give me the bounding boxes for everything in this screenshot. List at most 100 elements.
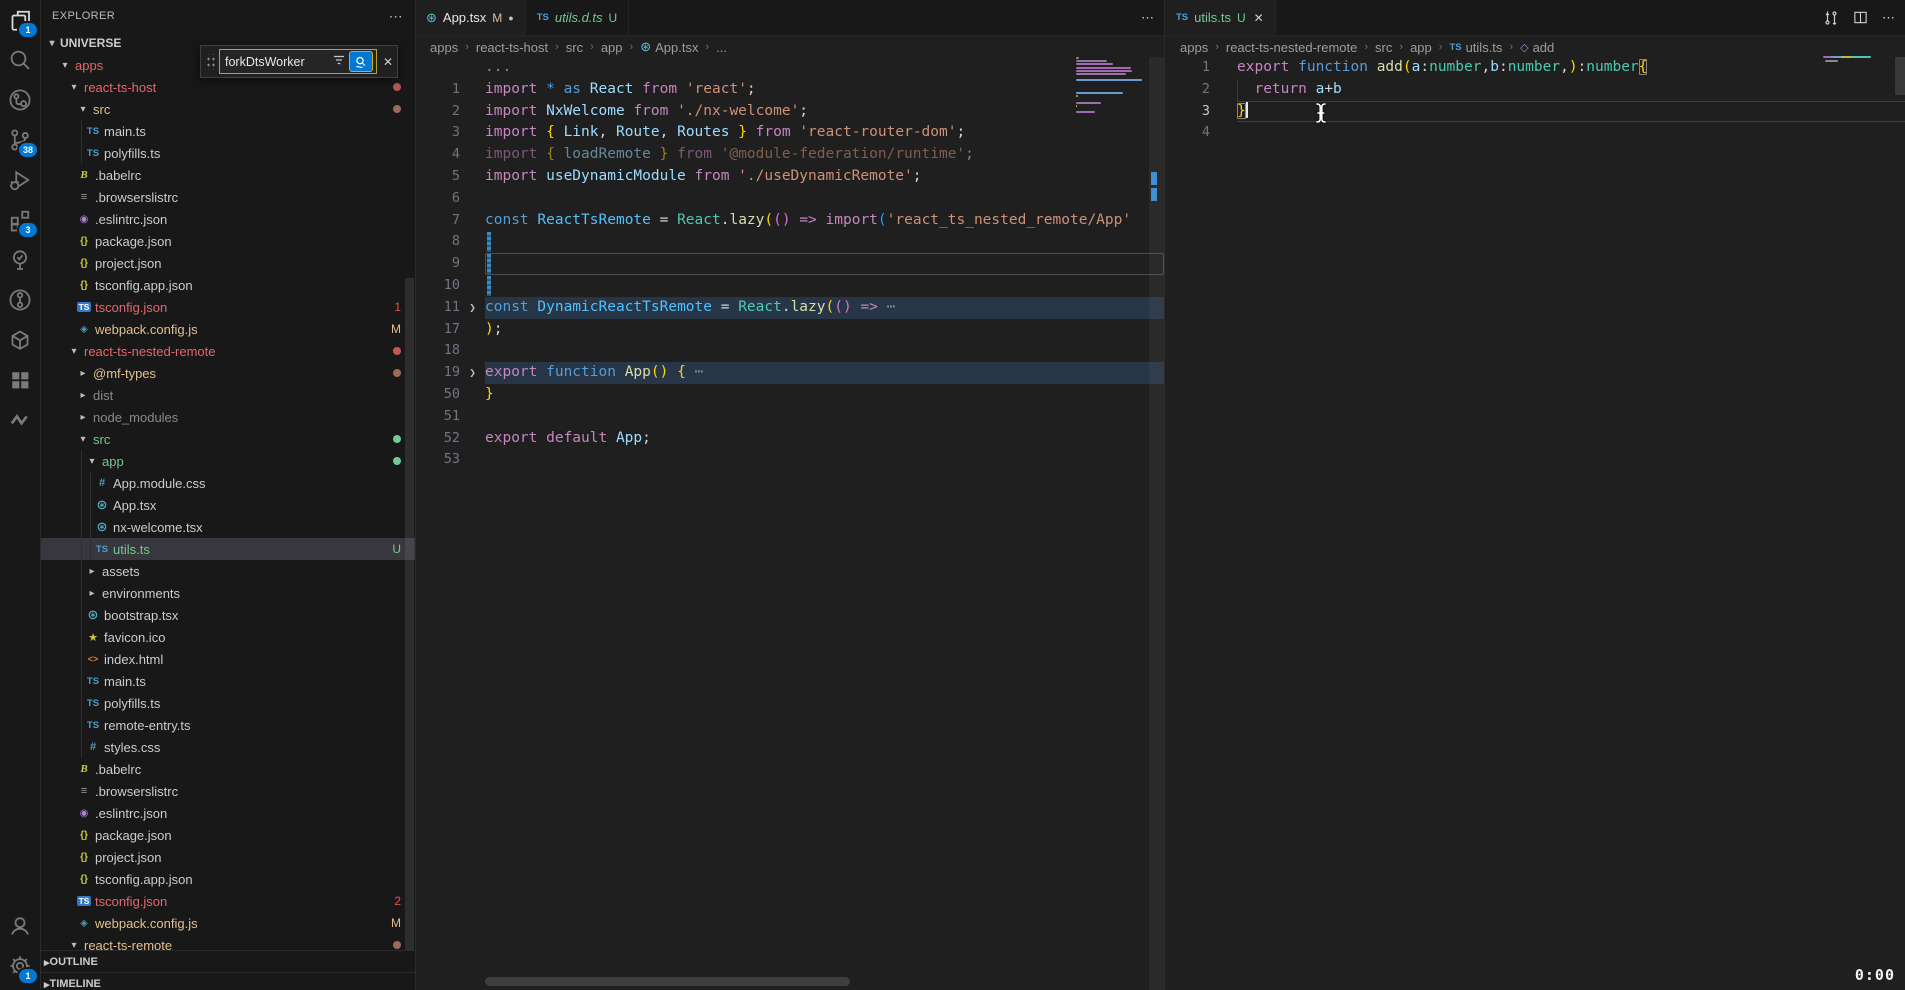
code-line[interactable]: 1export function add(a:number,b:number,)… [1165,57,1905,79]
tree-find-input[interactable] [223,54,329,70]
breadcrumb-item[interactable]: ◇ add [1520,40,1554,55]
code-line[interactable]: 4import { loadRemote } from '@module-fed… [415,144,1164,166]
dirty-indicator-icon[interactable]: ● [508,13,513,23]
search-icon[interactable] [0,40,40,80]
tab-utils-ts[interactable]: TS utils.ts U ✕ [1165,0,1276,35]
code-line[interactable]: 50} [415,384,1164,406]
close-icon[interactable]: ✕ [1254,11,1264,25]
tree-item-app-module-css[interactable]: #App.module.css [40,472,415,494]
more-actions-icon[interactable]: ⋯ [1141,10,1154,26]
code-line[interactable]: 19❯export function App() { ⋯ [415,362,1164,384]
code-line[interactable]: 2import NxWelcome from './nx-welcome'; [415,101,1164,123]
code-editor-app-tsx[interactable]: ...1import * as React from 'react';2impo… [415,57,1164,990]
minimap[interactable] [1076,57,1148,177]
tree-item-package-json[interactable]: {}package.json [40,824,415,846]
vertical-scrollbar[interactable] [1149,57,1164,990]
filter-icon[interactable] [333,54,345,69]
code-line[interactable]: 5import useDynamicModule from './useDyna… [415,166,1164,188]
code-line[interactable]: 52export default App; [415,428,1164,450]
tree-item-favicon-ico[interactable]: ★favicon.ico [40,626,415,648]
sidebar-scrollbar[interactable] [405,278,414,978]
code-editor-utils-ts[interactable]: 1export function add(a:number,b:number,)… [1165,57,1905,990]
extensions-icon[interactable]: 3 [0,200,40,240]
tree-item-react-ts-nested-remote[interactable]: ▾react-ts-nested-remote [40,340,415,362]
tree-item-app[interactable]: ▾app [40,450,415,472]
settings-icon[interactable]: 1 [0,946,40,986]
horizontal-scrollbar[interactable] [485,977,850,986]
tree-item-main-ts[interactable]: TSmain.ts [40,120,415,142]
tree-item--mf-types[interactable]: ▸@mf-types [40,362,415,384]
tree-item--eslintrc-json[interactable]: ◉.eslintrc.json [40,208,415,230]
tree-item-project-json[interactable]: {}project.json [40,252,415,274]
breadcrumb-item[interactable]: src [566,40,583,55]
code-line[interactable]: 3} [1165,101,1905,123]
tree-item-styles-css[interactable]: #styles.css [40,736,415,758]
tree-item-utils-ts[interactable]: TSutils.tsU [40,538,415,560]
code-line[interactable]: 17); [415,319,1164,341]
breadcrumb-item[interactable]: src [1375,40,1392,55]
wallaby-icon[interactable] [0,400,40,440]
accounts-icon[interactable] [0,906,40,946]
tree-item-remote-entry-ts[interactable]: TSremote-entry.ts [40,714,415,736]
tab-app-tsx[interactable]: ⊛ App.tsx M ● [415,0,526,35]
explorer-icon[interactable]: 1 [0,0,40,40]
tree-item-tsconfig-app-json[interactable]: {}tsconfig.app.json [40,868,415,890]
tree-item-index-html[interactable]: <>index.html [40,648,415,670]
tree-item-environments[interactable]: ▸environments [40,582,415,604]
tree-item-react-ts-host[interactable]: ▾react-ts-host [40,76,415,98]
code-line[interactable]: 53 [415,449,1164,471]
breadcrumb-item[interactable]: app [1410,40,1432,55]
tree-item-polyfills-ts[interactable]: TSpolyfills.ts [40,142,415,164]
code-line[interactable]: 8 [415,231,1164,253]
section-header-outline[interactable]: ▸ OUTLINE [40,951,415,973]
code-line[interactable]: 10 [415,275,1164,297]
code-line[interactable]: ... [415,57,1164,79]
breadcrumb-item[interactable]: react-ts-host [476,40,548,55]
code-line[interactable]: 1import * as React from 'react'; [415,79,1164,101]
tree-item-polyfills-ts[interactable]: TSpolyfills.ts [40,692,415,714]
breadcrumb-item[interactable]: ... [716,40,727,55]
section-header-timeline[interactable]: ▸ TIMELINE [40,973,415,990]
vertical-scrollbar[interactable] [1895,57,1905,95]
fold-gutter[interactable]: ❯ [460,297,485,319]
code-line[interactable]: 51 [415,406,1164,428]
tab-utils-d-ts[interactable]: TS utils.d.ts U [526,0,630,35]
grid-extension-icon[interactable] [0,360,40,400]
code-line[interactable]: 11❯const DynamicReactTsRemote = React.la… [415,297,1164,319]
code-line[interactable]: 6 [415,188,1164,210]
more-actions-icon[interactable]: ⋯ [1882,10,1895,26]
breadcrumb-item[interactable]: apps [1180,40,1208,55]
drag-grip-icon[interactable] [205,54,215,70]
explorer-more-actions-icon[interactable]: ⋯ [389,8,403,25]
code-line[interactable]: 2 return a+b [1165,79,1905,101]
tree-item-bootstrap-tsx[interactable]: ⊛bootstrap.tsx [40,604,415,626]
tree-item-app-tsx[interactable]: ⊛App.tsx [40,494,415,516]
tree-item-assets[interactable]: ▸assets [40,560,415,582]
breadcrumb-item[interactable]: ⊛ App.tsx [640,39,698,55]
tree-item-project-json[interactable]: {}project.json [40,846,415,868]
close-icon[interactable]: ✕ [383,55,393,69]
tree-item-webpack-config-js[interactable]: ◈webpack.config.jsM [40,912,415,934]
split-editor-icon[interactable] [1853,10,1868,25]
tree-item--babelrc[interactable]: B.babelrc [40,164,415,186]
run-and-debug-icon[interactable] [0,160,40,200]
code-line[interactable]: 7const ReactTsRemote = React.lazy(() => … [415,210,1164,232]
tree-item-dist[interactable]: ▸dist [40,384,415,406]
git-graph-icon[interactable] [0,280,40,320]
tree-item-node-modules[interactable]: ▸node_modules [40,406,415,428]
fuzzy-search-button[interactable] [349,51,373,72]
tree-item-nx-welcome-tsx[interactable]: ⊛nx-welcome.tsx [40,516,415,538]
breadcrumb-item[interactable]: apps [430,40,458,55]
tree-item--browserslistrc[interactable]: ≡.browserslistrc [40,186,415,208]
todo-tree-icon[interactable] [0,240,40,280]
breadcrumb-item[interactable]: TS utils.ts [1449,40,1502,55]
breadcrumb-item[interactable]: app [601,40,623,55]
tree-item-package-json[interactable]: {}package.json [40,230,415,252]
tree-item-src[interactable]: ▾src [40,428,415,450]
source-control-icon[interactable]: 38 [0,120,40,160]
code-line[interactable]: 3import { Link, Route, Routes } from 're… [415,122,1164,144]
code-line[interactable]: 18 [415,340,1164,362]
tree-item-webpack-config-js[interactable]: ◈webpack.config.jsM [40,318,415,340]
tree-item-tsconfig-json[interactable]: TStsconfig.json2 [40,890,415,912]
tree-item-src[interactable]: ▾src [40,98,415,120]
